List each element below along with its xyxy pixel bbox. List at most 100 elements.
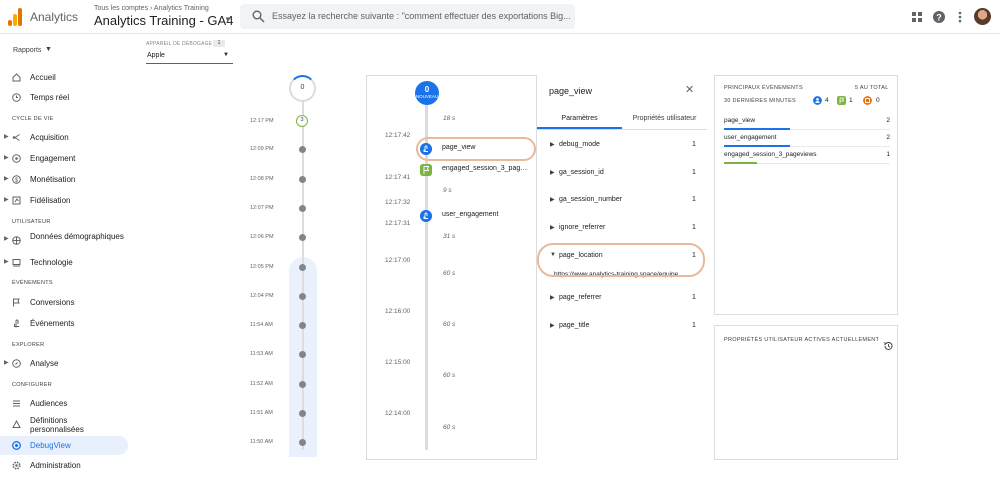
nav-item-label: Acquisition <box>30 133 69 142</box>
analytics-logo[interactable] <box>8 8 22 26</box>
nav-item-custom-definitions[interactable]: Définitions personnalisées <box>0 414 128 436</box>
debug-device-select[interactable]: Apple <box>147 52 165 59</box>
nav-item-monetization[interactable]: ▶ $ Monétisation <box>0 170 128 189</box>
minute-label: 12:05 PM <box>250 264 274 270</box>
expand-arrow-icon[interactable]: ▶ <box>4 196 9 203</box>
param-row[interactable]: ▶ page_title 1 <box>537 319 707 333</box>
minute-dot[interactable] <box>299 264 306 271</box>
expand-arrow-icon[interactable]: ▶ <box>4 258 9 265</box>
param-count: 1 <box>692 322 696 329</box>
nav-item-label: Fidélisation <box>30 196 71 205</box>
nav-item-demographics[interactable]: ▶ Données démographiques <box>0 230 128 252</box>
minute-dot[interactable] <box>299 439 306 446</box>
expand-arrow-icon[interactable]: ▶ <box>550 141 555 148</box>
param-count: 1 <box>692 224 696 231</box>
nav-item-admin[interactable]: Administration <box>0 456 128 475</box>
expand-arrow-icon[interactable]: ▶ <box>550 169 555 176</box>
param-row[interactable]: ▶ ga_session_id 1 <box>537 166 707 180</box>
event-detail-title: page_view <box>549 86 593 96</box>
expand-arrow-icon[interactable]: ▶ <box>550 224 555 231</box>
gear-icon <box>12 461 21 470</box>
param-row[interactable]: ▶ ga_session_number 1 <box>537 193 707 207</box>
top-event-row[interactable]: page_view 2 <box>724 113 890 130</box>
search-bar[interactable]: Essayez la recherche suivante : "comment… <box>240 4 575 29</box>
event-engaged-session[interactable]: engaged_session_3_pageviews <box>420 163 535 177</box>
expand-arrow-icon[interactable]: ▶ <box>4 359 9 366</box>
svg-text:?: ? <box>936 13 942 23</box>
top-event-name: engaged_session_3_pageviews <box>724 151 817 158</box>
param-row[interactable]: ▶ page_referrer 1 <box>537 291 707 305</box>
chevron-down-icon[interactable]: ▼ <box>223 52 229 58</box>
expand-arrow-icon[interactable]: ▶ <box>550 196 555 203</box>
time-gap-label: 60 s <box>443 270 456 277</box>
nav-item-acquisition[interactable]: ▶ Acquisition <box>0 128 128 147</box>
avatar[interactable] <box>974 8 991 25</box>
conversion-count-icon <box>837 96 846 105</box>
nav-item-engagement[interactable]: ▶ Engagement <box>0 149 128 168</box>
nav-item-home[interactable]: Accueil <box>0 68 128 87</box>
help-icon[interactable]: ? <box>932 10 946 24</box>
nav-item-label: Monétisation <box>30 175 76 184</box>
expand-arrow-icon[interactable]: ▶ <box>4 133 9 140</box>
nav-section-user: UTILISATEUR <box>12 219 51 225</box>
expand-arrow-icon[interactable]: ▶ <box>550 322 555 329</box>
nav-item-debugview[interactable]: DebugView <box>0 436 128 455</box>
tab-divider <box>537 129 707 130</box>
close-icon[interactable]: ✕ <box>685 83 694 96</box>
chevron-down-icon[interactable]: ▼ <box>224 15 232 24</box>
apps-grid-icon[interactable] <box>910 10 924 24</box>
top-events-period: 30 DERNIÈRES MINUTES <box>724 98 797 104</box>
search-input[interactable]: Essayez la recherche suivante : "comment… <box>272 11 570 21</box>
minute-dot[interactable] <box>299 205 306 212</box>
minute-dot[interactable] <box>299 322 306 329</box>
expand-arrow-icon[interactable]: ▶ <box>4 175 9 182</box>
param-count: 1 <box>692 196 696 203</box>
minute-dot[interactable] <box>299 234 306 241</box>
nav-item-conversions[interactable]: Conversions <box>0 293 128 312</box>
minute-counter-ring[interactable]: 0 <box>289 75 316 102</box>
minute-dot[interactable] <box>299 293 306 300</box>
history-icon[interactable] <box>883 341 893 351</box>
user-engagement-event-icon <box>420 210 432 222</box>
expand-arrow-icon[interactable]: ▶ <box>4 154 9 161</box>
top-event-row[interactable]: user_engagement 2 <box>724 130 890 147</box>
device-count-badge: 1 <box>213 40 225 47</box>
top-event-row[interactable]: engaged_session_3_pageviews 1 <box>724 147 890 164</box>
minute-dot[interactable] <box>299 176 306 183</box>
minute-active-dot[interactable]: 3 <box>296 115 308 127</box>
top-events-total: 5 AU TOTAL <box>855 85 889 91</box>
more-vert-icon[interactable] <box>953 10 967 24</box>
expand-arrow-icon[interactable]: ▶ <box>550 294 555 301</box>
nav-item-retention[interactable]: ▶ Fidélisation <box>0 191 128 210</box>
new-events-badge[interactable]: 0 Nouveau <box>415 81 439 105</box>
reports-label[interactable]: Rapports <box>13 47 41 54</box>
param-name: ignore_referrer <box>559 224 606 231</box>
nav-item-audiences[interactable]: Audiences <box>0 394 128 413</box>
expand-arrow-icon[interactable]: ▶ <box>4 235 9 242</box>
nav-item-realtime[interactable]: Temps réel <box>0 88 128 107</box>
nav-section-configure: CONFIGURER <box>12 382 52 388</box>
event-user-engagement[interactable]: user_engagement <box>420 209 535 223</box>
nav-item-label: Données démographiques <box>30 232 124 241</box>
param-name: page_referrer <box>559 294 602 301</box>
tab-user-properties[interactable]: Propriétés utilisateur <box>622 115 707 129</box>
breadcrumb[interactable]: Tous les comptes › Analytics Training <box>94 5 209 12</box>
minute-dot[interactable] <box>299 351 306 358</box>
nav-item-events[interactable]: Événements <box>0 314 128 333</box>
chevron-down-icon[interactable]: ▼ <box>45 46 52 53</box>
error-count-value: 0 <box>876 97 880 104</box>
second-label: 12:17:41 <box>385 174 411 181</box>
param-name: ga_session_id <box>559 169 604 176</box>
param-row[interactable]: ▶ ignore_referrer 1 <box>537 221 707 235</box>
minute-dot[interactable] <box>299 410 306 417</box>
nav-item-technology[interactable]: ▶ Technologie <box>0 253 128 272</box>
minute-label: 11:54 AM <box>250 322 273 328</box>
property-selector[interactable]: Analytics Training - GA4 <box>94 13 233 28</box>
nav-section-lifecycle: CYCLE DE VIE <box>12 116 54 122</box>
minute-dot[interactable] <box>299 381 306 388</box>
param-count: 1 <box>692 169 696 176</box>
minute-dot[interactable] <box>299 146 306 153</box>
param-row[interactable]: ▶ debug_mode 1 <box>537 138 707 152</box>
nav-item-analysis[interactable]: ▶ Analyse <box>0 354 128 373</box>
home-icon <box>12 73 21 82</box>
